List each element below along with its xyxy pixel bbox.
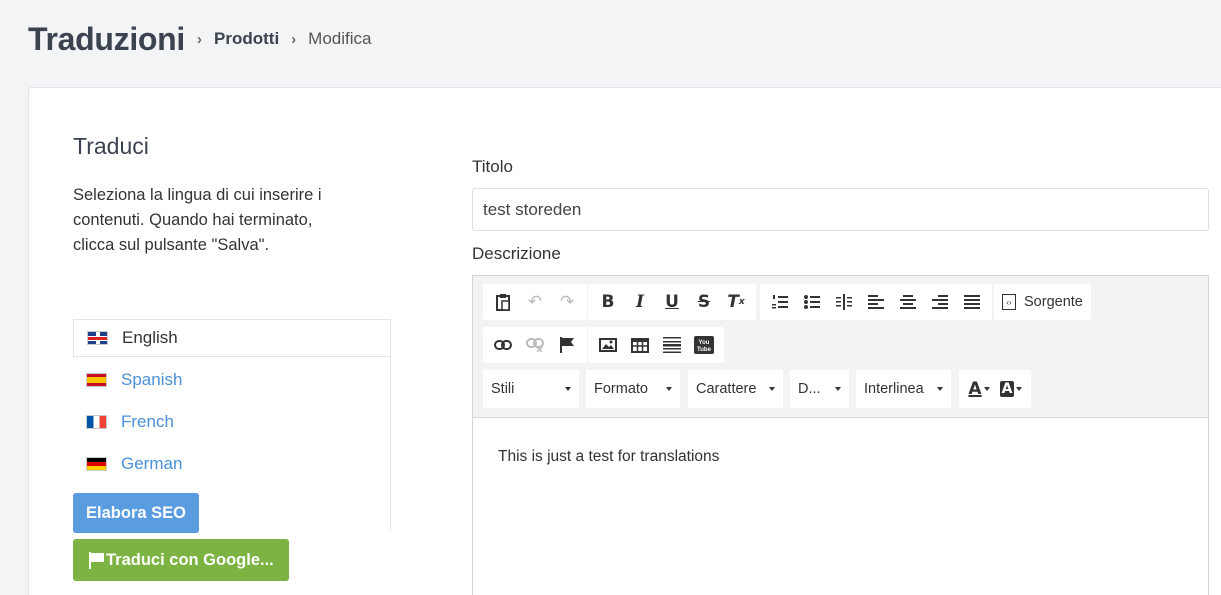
chevron-down-icon [937,387,943,391]
language-item-english[interactable]: English [73,319,390,357]
chevron-right-icon: › [197,30,203,48]
redo-icon[interactable]: ↷ [551,288,583,316]
language-item-spanish[interactable]: Spanish [73,361,390,399]
chevron-down-icon [835,387,841,391]
source-button[interactable]: ‹› Sorgente [998,294,1087,310]
undo-icon[interactable]: ↶ [519,288,551,316]
section-title: Traduci [73,133,149,159]
bold-icon[interactable]: B [592,288,624,316]
styles-combo-label: Stili [491,381,515,397]
page-title: Traduzioni [28,20,186,57]
translation-card: Traduci Seleziona la lingua di cui inser… [28,87,1221,595]
chevron-down-icon [666,387,672,391]
bullet-list-icon[interactable] [796,288,828,316]
description-label: Descrizione [472,244,561,263]
language-item-french[interactable]: French [73,403,390,441]
align-right-icon[interactable] [924,288,956,316]
image-icon[interactable] [592,331,624,359]
size-combo-label: D... [798,381,821,397]
size-combo[interactable]: D... [790,370,849,408]
italic-icon[interactable]: I [624,288,656,316]
title-input[interactable] [472,188,1209,231]
language-label: German [121,454,183,473]
toolbar-group-insert: You Tube [588,327,724,363]
page-header: Traduzioni › Prodotti › Modifica [28,18,371,60]
unlink-icon[interactable] [519,331,551,359]
toolbar-group-links [483,327,587,363]
svg-text:You: You [699,340,710,346]
language-label: English [122,328,178,347]
es-flag-icon [86,373,107,387]
chevron-down-icon [565,387,571,391]
chevron-down-icon [769,387,775,391]
fr-flag-icon [86,415,107,429]
toolbar-group-format: B I U S Tx [588,284,756,320]
horizontal-rule-icon[interactable] [656,331,688,359]
toolbar-group-colors: A A [959,370,1031,408]
toolbar-group-source: ‹› Sorgente [994,284,1091,320]
google-translate-button[interactable]: Traduci con Google... [73,539,289,581]
anchor-flag-icon[interactable] [551,331,583,359]
line-height-combo-label: Interlinea [864,381,924,397]
background-color-icon[interactable]: A [995,375,1027,403]
source-code-icon: ‹› [1002,294,1016,310]
de-flag-icon [86,457,107,471]
table-icon[interactable] [624,331,656,359]
styles-combo[interactable]: Stili [483,370,579,408]
source-label: Sorgente [1024,294,1083,310]
align-left-icon[interactable] [860,288,892,316]
numbered-list-icon[interactable] [764,288,796,316]
svg-text:Tube: Tube [697,347,712,353]
toolbar-group-clipboard: ↶ ↷ [483,284,587,320]
line-height-combo[interactable]: Interlinea [856,370,951,408]
breadcrumb-prodotti[interactable]: Prodotti [214,29,279,49]
elabora-seo-button[interactable]: Elabora SEO [73,493,199,533]
title-label: Titolo [472,157,513,176]
underline-icon[interactable]: U [656,288,688,316]
text-color-icon[interactable]: A [963,375,995,403]
divider-icon[interactable] [828,288,860,316]
language-label: French [121,412,174,431]
format-combo[interactable]: Formato [586,370,680,408]
help-text: Seleziona la lingua di cui inserire i co… [73,186,322,254]
youtube-icon[interactable]: You Tube [688,331,720,359]
align-justify-icon[interactable] [956,288,988,316]
editor-content[interactable]: This is just a test for translations [473,418,1208,496]
font-combo-label: Carattere [696,381,757,397]
toolbar-group-paragraph [760,284,992,320]
link-icon[interactable] [487,331,519,359]
language-label: Spanish [121,370,183,389]
language-item-german[interactable]: German [73,445,390,483]
strikethrough-icon[interactable]: S [688,288,720,316]
rich-text-editor: ↶ ↷ B I U S Tx ‹› Sorgente You Tube Stil… [472,275,1209,595]
uk-flag-icon [87,331,108,345]
font-combo[interactable]: Carattere [688,370,783,408]
paste-icon[interactable] [487,288,519,316]
chevron-right-icon: › [291,30,297,48]
flag-icon [89,551,105,569]
format-combo-label: Formato [594,381,648,397]
editor-toolbar: ↶ ↷ B I U S Tx ‹› Sorgente You Tube Stil… [473,276,1208,418]
google-translate-label: Traduci con Google... [106,550,274,569]
breadcrumb-modifica: Modifica [308,29,372,48]
align-center-icon[interactable] [892,288,924,316]
clear-format-icon[interactable]: Tx [720,288,752,316]
